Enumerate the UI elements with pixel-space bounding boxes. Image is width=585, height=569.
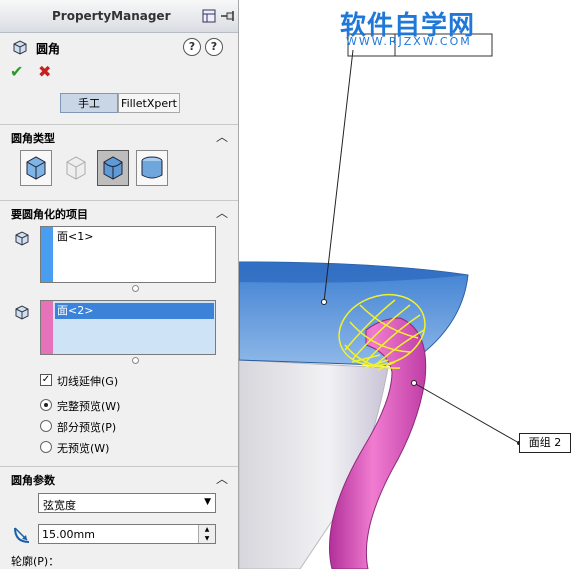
list-item[interactable]: 面<2> [55,303,214,319]
panel-layout-icon[interactable] [202,9,216,23]
section-items-to-fillet[interactable]: 要圆角化的项目 ︿ [0,200,238,225]
ok-icon[interactable]: ✔ [10,62,23,81]
profile-label: 轮廓(P)： [11,555,60,568]
tangent-propagation-label: 切线延伸(G) [57,375,119,388]
face-set-2-list[interactable]: 面<2> [40,300,216,355]
leader-line-2 [413,382,520,444]
no-preview-label: 无预览(W) [57,442,110,455]
variable-fillet-icon [66,156,86,180]
fillet-type-full-round-button[interactable] [136,150,168,186]
face-set-2-color-bar [41,301,53,354]
fillet-type-face-button[interactable] [97,150,129,186]
watermark-url: WWW.RJZXW.COM [346,35,472,48]
list-item[interactable]: 面<1> [55,229,93,245]
feature-name: 圆角 [36,42,61,56]
face-set-1-icon [15,231,29,246]
section-fillet-type[interactable]: 圆角类型 ︿ [0,124,238,149]
face-set-1-color-bar [41,227,53,282]
model-view[interactable] [239,0,585,569]
width-dimension-icon [14,527,30,543]
face-fillet-icon [103,156,123,180]
pin-icon[interactable] [220,9,236,23]
resize-handle[interactable] [132,285,139,292]
partial-preview-label: 部分预览(P) [57,421,117,434]
full-preview-radio[interactable] [40,399,52,411]
section-items-label: 要圆角化的项目 [11,208,88,221]
help-icon[interactable]: ? [183,38,201,56]
graphics-viewport[interactable] [239,0,585,569]
property-manager-title: PropertyManager [52,9,171,23]
full-preview-label: 完整预览(W) [57,400,121,413]
fillet-method-value: 弦宽度 [43,499,76,512]
no-preview-radio[interactable] [40,441,52,453]
tangent-propagation-checkbox[interactable]: ✓ [40,374,52,386]
full-round-fillet-icon [141,156,163,179]
fillet-method-select[interactable]: 弦宽度 ▼ [38,493,216,513]
width-input[interactable]: 15.00mm ▲ ▼ [38,524,216,544]
collapse-icon[interactable]: ︿ [216,204,228,221]
tab-filletxpert[interactable]: FilletXpert [118,93,180,113]
tab-manual[interactable]: 手工 [60,93,118,113]
section-fillet-parameters[interactable]: 圆角参数 ︿ [0,466,238,491]
leader-anchor-2 [411,380,417,386]
fillet-type-constant-button[interactable] [20,150,52,186]
constant-fillet-icon [26,156,46,180]
face-set-2-callout[interactable]: 面组 2 [519,433,571,453]
property-manager-header: PropertyManager [0,0,238,33]
width-value: 15.00mm [42,528,95,541]
fillet-feature-icon [13,40,27,55]
resize-handle[interactable] [132,357,139,364]
section-fillet-type-label: 圆角类型 [11,132,55,145]
property-manager-panel: PropertyManager 圆角 ? ? ✔ ✖ 手工 FilletXper… [0,0,239,569]
collapse-icon[interactable]: ︿ [216,128,228,145]
section-params-label: 圆角参数 [11,474,55,487]
partial-preview-radio[interactable] [40,420,52,432]
face-set-2-icon [15,305,29,320]
detailed-help-icon-glyph: ? [210,40,218,53]
face-set-1-list[interactable]: 面<1> [40,226,216,283]
cancel-icon[interactable]: ✖ [38,62,51,81]
detailed-help-icon[interactable]: ? [205,38,223,56]
fillet-type-variable-button[interactable] [60,150,92,186]
chevron-down-icon: ▼ [204,497,211,507]
collapse-icon[interactable]: ︿ [216,470,228,487]
leader-anchor-1 [321,299,327,305]
stepper-icon[interactable]: ▲ ▼ [198,525,215,543]
help-icon-glyph: ? [188,40,196,53]
